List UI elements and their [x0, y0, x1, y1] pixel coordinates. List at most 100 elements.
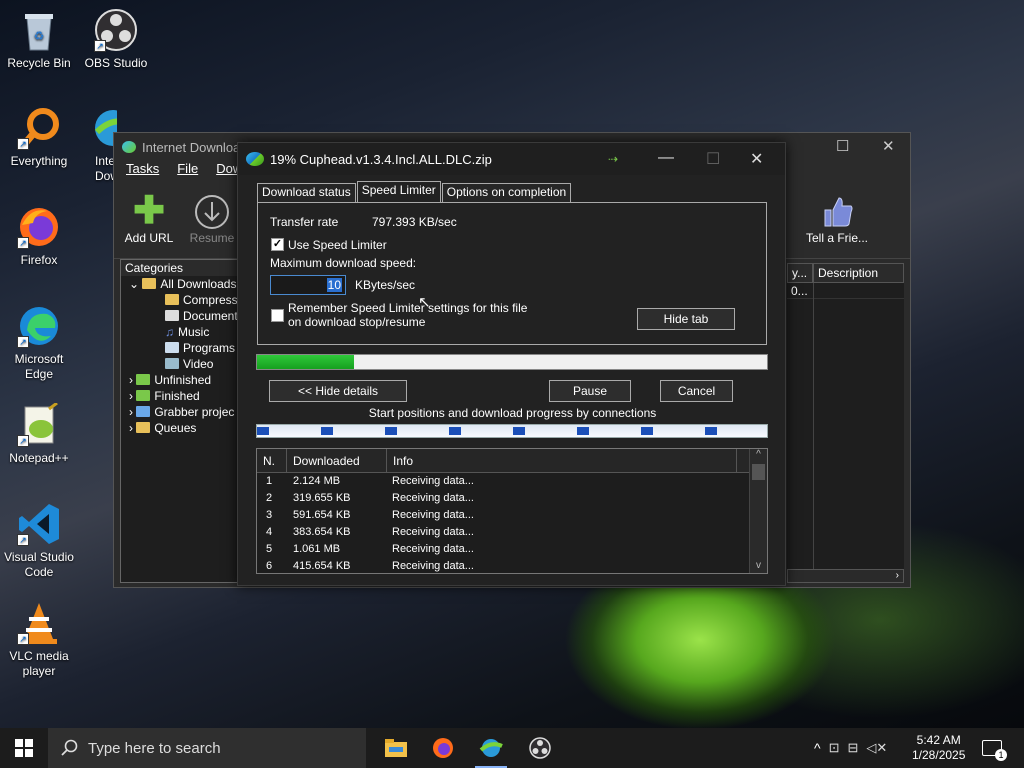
cell-downloaded: 383.654 KB [293, 526, 351, 538]
table-header: N. Downloaded Info [257, 449, 767, 473]
clock[interactable]: 5:42 AM 1/28/2025 [912, 728, 965, 768]
table-row[interactable]: 6 415.654 KB Receiving data... [257, 558, 767, 573]
cell-info: Receiving data... [392, 509, 474, 521]
add-url-label: Add URL [124, 231, 174, 245]
tree-item-all-downloads[interactable]: ⌄ All Downloads [129, 276, 236, 292]
tree-item-programs[interactable]: Programs [165, 340, 235, 356]
transfer-rate-label: Transfer rate [270, 215, 339, 229]
expand-arrow-icon: › [129, 405, 133, 419]
maximize-icon: ☐ [706, 151, 721, 168]
maximize-icon[interactable]: ☐ [836, 137, 849, 155]
taskbar-firefox[interactable] [421, 728, 465, 768]
minimize-icon[interactable]: — [658, 149, 674, 167]
cell-number: 1 [266, 475, 273, 487]
scroll-down-icon[interactable]: v [750, 560, 767, 571]
dialog-titlebar[interactable]: 19% Cuphead.v1.3.4.Incl.ALL.DLC.zip ⇢ — … [238, 143, 785, 175]
table-row[interactable]: 1 2.124 MB Receiving data... [257, 473, 767, 490]
desktop-icon-vlc[interactable]: ↗ VLC media player [0, 601, 78, 679]
table-vertical-scrollbar[interactable]: ^ v [749, 449, 767, 573]
remember-settings-checkbox[interactable] [271, 309, 284, 322]
desktop-icon-notepadpp[interactable]: ↗ Notepad++ [0, 401, 78, 466]
taskbar-idm[interactable] [469, 728, 513, 768]
speed-unit-label: KBytes/sec [355, 278, 416, 292]
desktop-icon-vscode[interactable]: ↗ Visual Studio Code [0, 502, 78, 580]
categories-panel: Categories ⌄ All Downloads Compresse Doc… [120, 259, 245, 583]
column-header-description[interactable]: Description [813, 263, 904, 283]
taskbar-search-box[interactable]: Type here to search [48, 728, 366, 768]
tree-label: Music [178, 325, 210, 339]
tree-item-documents[interactable]: Documents [165, 308, 244, 324]
tree-item-queues[interactable]: › Queues [129, 420, 196, 436]
max-download-speed-label: Maximum download speed: [270, 256, 417, 270]
scroll-up-icon[interactable]: ^ [750, 449, 767, 460]
list-item[interactable]: 0... [787, 283, 904, 299]
scroll-right-icon[interactable]: › [896, 570, 899, 581]
desktop-icon-recycle-bin[interactable]: ♻ Recycle Bin [0, 8, 78, 71]
tab-download-status[interactable]: Download status [257, 183, 356, 202]
tab-options-on-completion[interactable]: Options on completion [441, 183, 572, 202]
tree-item-grabber-projects[interactable]: › Grabber projec [129, 404, 234, 420]
desktop-icon-firefox[interactable]: ↗ Firefox [0, 205, 78, 268]
chevron-up-icon[interactable]: ^ [814, 740, 821, 756]
network-icon[interactable]: ⊟ [847, 740, 858, 756]
start-button[interactable] [0, 728, 48, 768]
program-window-icon [165, 342, 179, 353]
folder-icon [165, 294, 179, 305]
hide-details-button[interactable]: << Hide details [269, 380, 407, 402]
menu-tasks[interactable]: Tasks [126, 161, 159, 181]
cell-info: Receiving data... [392, 526, 474, 538]
horizontal-scrollbar[interactable]: › [787, 569, 904, 583]
desktop-icon-label: OBS Studio [84, 56, 148, 70]
table-row[interactable]: 4 383.654 KB Receiving data... [257, 524, 767, 541]
hide-tab-button[interactable]: Hide tab [637, 308, 735, 330]
clock-time: 5:42 AM [916, 733, 961, 747]
desktop-icon-label: Everything [10, 154, 68, 168]
tree-item-music[interactable]: ♫ Music [165, 324, 209, 340]
use-speed-limiter-checkbox[interactable]: ✓ [271, 238, 284, 251]
cancel-button[interactable]: Cancel [660, 380, 733, 402]
tree-item-compressed[interactable]: Compresse [165, 292, 244, 308]
close-icon[interactable]: ✕ [750, 149, 763, 169]
download-list[interactable]: 0... [787, 283, 904, 569]
desktop-icon-idm[interactable]: Inte Dow [77, 106, 117, 184]
close-icon[interactable]: ✕ [882, 137, 895, 155]
connections-table[interactable]: N. Downloaded Info 1 2.124 MB Receiving da… [256, 448, 768, 574]
idm-tray-icon[interactable]: ⊡ [829, 740, 840, 756]
desktop-icon-obs-studio[interactable]: ↗ OBS Studio [77, 8, 155, 71]
table-row[interactable]: 5 1.061 MB Receiving data... [257, 541, 767, 558]
notification-center-button[interactable]: 1 [982, 728, 1007, 768]
search-icon [61, 739, 78, 756]
download-progress-dialog[interactable]: 19% Cuphead.v1.3.4.Incl.ALL.DLC.zip ⇢ — … [237, 142, 786, 586]
column-header-downloaded[interactable]: Downloaded [287, 449, 387, 472]
column-header-number[interactable]: N. [257, 449, 287, 472]
use-speed-limiter-label: Use Speed Limiter [288, 238, 387, 252]
tell-a-friend-button[interactable]: Tell a Frie... [802, 191, 872, 245]
taskbar-obs-studio[interactable] [518, 728, 562, 768]
taskbar-file-explorer[interactable] [374, 728, 418, 768]
cell-number: 6 [266, 560, 273, 572]
tree-item-finished[interactable]: › Finished [129, 388, 200, 404]
table-row[interactable]: 3 591.654 KB Receiving data... [257, 507, 767, 524]
tree-item-unfinished[interactable]: › Unfinished [129, 372, 211, 388]
pause-button[interactable]: Pause [549, 380, 631, 402]
visual-studio-code-icon: ↗ [17, 502, 61, 546]
desktop-icon-everything[interactable]: ↗ Everything [0, 106, 78, 169]
windows-logo-icon [15, 739, 33, 757]
scrollbar-thumb[interactable] [752, 464, 765, 480]
add-url-button[interactable]: ✚ Add URL [114, 191, 184, 245]
tree-item-video[interactable]: Video [165, 356, 213, 372]
max-speed-input[interactable]: 10 [270, 275, 346, 295]
expand-arrow-icon: › [129, 421, 133, 435]
desktop-icon-label: Firefox [20, 253, 58, 267]
desktop-icon-edge[interactable]: ↗ Microsoft Edge [0, 304, 78, 382]
menu-file[interactable]: File [177, 161, 198, 181]
table-row[interactable]: 2 319.655 KB Receiving data... [257, 490, 767, 507]
dialog-tabs: Download status Speed Limiter Options on… [257, 181, 572, 203]
desktop-icon-label: VLC media player [9, 649, 69, 678]
column-header-partial[interactable]: y... [787, 263, 813, 283]
volume-muted-icon[interactable]: ◁✕ [866, 740, 887, 756]
folder-icon [136, 374, 151, 385]
tab-speed-limiter[interactable]: Speed Limiter [356, 181, 441, 202]
column-header-info[interactable]: Info [387, 449, 737, 472]
thumbs-up-icon [802, 191, 872, 231]
